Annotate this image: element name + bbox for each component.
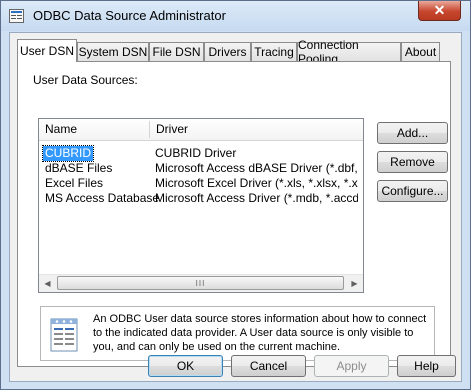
- odbc-window: ODBC Data Source Administrator ✕ User DS…: [0, 0, 471, 390]
- data-sources-list[interactable]: Name Driver CUBRID CUBRID Driver dBASE F…: [38, 118, 364, 293]
- tab-connection-pooling[interactable]: Connection Pooling: [297, 38, 401, 66]
- data-source-driver: CUBRID Driver: [155, 146, 237, 160]
- button-label: Configure...: [381, 184, 444, 198]
- data-source-name: MS Access Database: [45, 191, 160, 205]
- button-label: OK: [176, 359, 195, 373]
- list-item[interactable]: dBASE Files Microsoft Access dBASE Drive…: [39, 161, 363, 176]
- add-button[interactable]: Add...: [377, 122, 448, 144]
- tab-system-dsn[interactable]: System DSN: [77, 42, 149, 61]
- info-box: An ODBC User data source stores informat…: [40, 306, 435, 361]
- dialog-client: User DSN System DSN File DSN Drivers Tra…: [9, 32, 462, 382]
- data-source-name: Excel Files: [45, 176, 104, 190]
- tab-label: About: [404, 45, 437, 59]
- tab-label: Drivers: [208, 45, 247, 59]
- tab-label: User DSN: [19, 44, 74, 58]
- user-dsn-panel: User Data Sources: Name Driver CUBRID CU…: [17, 61, 451, 367]
- scroll-right-arrow-icon[interactable]: ▶: [346, 275, 363, 292]
- button-label: Help: [414, 359, 439, 373]
- data-source-driver: Microsoft Access Driver (*.mdb, *.accdb): [155, 191, 358, 205]
- tab-user-dsn[interactable]: User DSN: [17, 39, 77, 62]
- close-icon: ✕: [433, 2, 446, 18]
- data-source-driver: Microsoft Access dBASE Driver (*.dbf, *.…: [155, 161, 358, 175]
- tab-label: System DSN: [78, 45, 148, 59]
- tab-label: Tracing: [254, 45, 294, 59]
- help-button[interactable]: Help: [397, 355, 456, 377]
- list-item[interactable]: Excel Files Microsoft Excel Driver (*.xl…: [39, 176, 363, 191]
- tab-tracing[interactable]: Tracing: [251, 42, 297, 61]
- button-label: Remove: [390, 155, 435, 169]
- configure-button[interactable]: Configure...: [377, 180, 448, 202]
- tab-drivers[interactable]: Drivers: [204, 42, 251, 61]
- data-source-name: CUBRID: [41, 145, 95, 162]
- data-source-name: dBASE Files: [45, 161, 113, 175]
- button-label: Apply: [336, 359, 367, 373]
- list-header: Name Driver: [39, 119, 363, 141]
- data-source-info-icon: [50, 318, 78, 352]
- remove-button[interactable]: Remove: [377, 151, 448, 173]
- info-description: An ODBC User data source stores informat…: [93, 313, 427, 353]
- list-item[interactable]: MS Access Database Microsoft Access Driv…: [39, 191, 363, 206]
- list-item[interactable]: CUBRID CUBRID Driver: [39, 145, 363, 162]
- data-source-driver: Microsoft Excel Driver (*.xls, *.xlsx, *…: [155, 176, 358, 190]
- cancel-button[interactable]: Cancel: [231, 355, 306, 377]
- column-header-driver[interactable]: Driver: [150, 119, 363, 140]
- ok-button[interactable]: OK: [148, 355, 223, 377]
- tab-about[interactable]: About: [401, 42, 440, 61]
- close-button[interactable]: ✕: [418, 1, 461, 21]
- apply-button[interactable]: Apply: [314, 355, 389, 377]
- window-title: ODBC Data Source Administrator: [33, 8, 226, 23]
- button-label: Cancel: [249, 359, 288, 373]
- tab-label: File DSN: [152, 45, 201, 59]
- button-label: Add...: [396, 126, 429, 140]
- tab-file-dsn[interactable]: File DSN: [149, 42, 204, 61]
- horizontal-scrollbar[interactable]: ◀ III ▶: [39, 274, 363, 292]
- odbc-app-icon: [9, 9, 24, 23]
- column-header-name[interactable]: Name: [39, 119, 149, 140]
- scroll-thumb[interactable]: III: [57, 276, 344, 290]
- title-bar[interactable]: ODBC Data Source Administrator ✕: [1, 1, 470, 31]
- user-data-sources-label: User Data Sources:: [33, 73, 138, 87]
- scroll-left-arrow-icon[interactable]: ◀: [39, 275, 56, 292]
